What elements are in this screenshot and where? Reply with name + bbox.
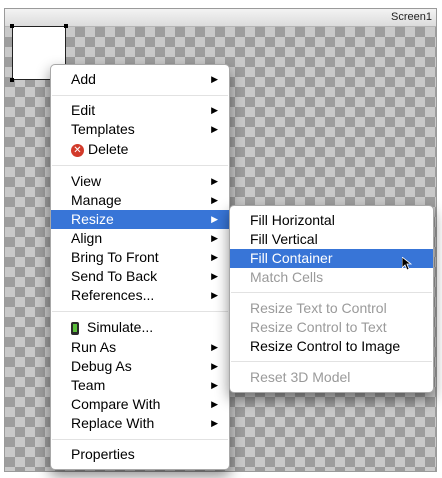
menu-item-compare-with[interactable]: Compare With ▶ <box>51 395 229 414</box>
submenu-item-resize-text-to-control: Resize Text to Control <box>230 299 433 318</box>
menu-item-label: Bring To Front <box>71 249 159 265</box>
submenu-item-reset-3d-model: Reset 3D Model <box>230 368 433 387</box>
submenu-item-label: Fill Vertical <box>250 231 318 247</box>
submenu-arrow-icon: ▶ <box>211 74 218 84</box>
menu-item-delete[interactable]: ✕ Delete <box>51 140 229 159</box>
menu-item-label: Add <box>71 71 96 87</box>
menu-separator <box>52 311 228 312</box>
menu-item-simulate[interactable]: Simulate... <box>51 318 229 337</box>
submenu-item-label: Match Cells <box>250 269 324 285</box>
menu-item-label: Team <box>71 377 106 393</box>
menu-item-label: References... <box>71 287 155 303</box>
submenu-arrow-icon: ▶ <box>211 105 218 115</box>
submenu-item-label: Resize Control to Text <box>250 319 387 335</box>
menu-item-references[interactable]: References... ▶ <box>51 286 229 305</box>
menu-item-label: View <box>71 173 102 189</box>
submenu-arrow-icon: ▶ <box>211 361 218 371</box>
context-menu: Add ▶ Edit ▶ Templates ▶ ✕ Delete View ▶ … <box>50 64 230 470</box>
submenu-arrow-icon: ▶ <box>211 214 218 224</box>
submenu-arrow-icon: ▶ <box>211 233 218 243</box>
menu-item-add[interactable]: Add ▶ <box>51 70 229 89</box>
mouse-pointer-icon <box>402 257 412 271</box>
menu-item-label: Replace With <box>71 415 155 431</box>
phone-icon <box>71 321 79 335</box>
menu-item-debug-as[interactable]: Debug As ▶ <box>51 357 229 376</box>
submenu-arrow-icon: ▶ <box>211 342 218 352</box>
menu-item-label: Properties <box>71 446 135 462</box>
menu-item-send-to-back[interactable]: Send To Back ▶ <box>51 267 229 286</box>
menu-item-align[interactable]: Align ▶ <box>51 229 229 248</box>
menu-separator <box>231 292 432 293</box>
menu-item-bring-to-front[interactable]: Bring To Front ▶ <box>51 248 229 267</box>
submenu-arrow-icon: ▶ <box>211 195 218 205</box>
menu-item-run-as[interactable]: Run As ▶ <box>51 338 229 357</box>
menu-item-label: Resize <box>71 211 114 227</box>
menu-separator <box>52 95 228 96</box>
submenu-item-label: Fill Container <box>250 250 333 266</box>
menu-item-label: Simulate... <box>87 319 154 335</box>
submenu-arrow-icon: ▶ <box>211 271 218 281</box>
menu-item-team[interactable]: Team ▶ <box>51 376 229 395</box>
screen-title: Screen1 <box>391 11 432 23</box>
menu-item-label: Edit <box>71 102 96 118</box>
delete-icon: ✕ <box>71 143 84 157</box>
submenu-arrow-icon: ▶ <box>211 252 218 262</box>
submenu-item-label: Reset 3D Model <box>250 369 351 385</box>
menu-item-label: Debug As <box>71 358 132 374</box>
menu-separator <box>52 439 228 440</box>
submenu-arrow-icon: ▶ <box>211 124 218 134</box>
submenu-item-label: Fill Horizontal <box>250 212 335 228</box>
menu-item-label: Align <box>71 230 103 246</box>
menu-item-properties[interactable]: Properties <box>51 445 229 464</box>
menu-item-label: Delete <box>88 141 129 157</box>
submenu-arrow-icon: ▶ <box>211 380 218 390</box>
menu-separator <box>52 165 228 166</box>
submenu-item-label: Resize Text to Control <box>250 300 387 316</box>
menu-item-label: Run As <box>71 339 117 355</box>
submenu-item-resize-control-to-text: Resize Control to Text <box>230 318 433 337</box>
submenu-arrow-icon: ▶ <box>211 418 218 428</box>
menu-item-manage[interactable]: Manage ▶ <box>51 191 229 210</box>
menu-item-label: Templates <box>71 121 135 137</box>
resize-submenu: Fill Horizontal Fill Vertical Fill Conta… <box>229 205 434 393</box>
submenu-item-resize-control-to-image[interactable]: Resize Control to Image <box>230 337 433 356</box>
screen-header: Screen1 <box>5 9 436 27</box>
menu-item-label: Manage <box>71 192 122 208</box>
resize-handle-bottom-left[interactable] <box>10 78 14 82</box>
submenu-item-fill-horizontal[interactable]: Fill Horizontal <box>230 211 433 230</box>
submenu-item-label: Resize Control to Image <box>250 338 401 354</box>
menu-item-resize[interactable]: Resize ▶ <box>51 210 229 229</box>
menu-item-view[interactable]: View ▶ <box>51 172 229 191</box>
menu-item-label: Compare With <box>71 396 161 412</box>
menu-item-edit[interactable]: Edit ▶ <box>51 101 229 120</box>
submenu-arrow-icon: ▶ <box>211 290 218 300</box>
resize-handle-top-left[interactable] <box>10 24 14 28</box>
menu-separator <box>231 361 432 362</box>
menu-item-templates[interactable]: Templates ▶ <box>51 120 229 139</box>
menu-item-label: Send To Back <box>71 268 158 284</box>
submenu-arrow-icon: ▶ <box>211 176 218 186</box>
submenu-item-fill-vertical[interactable]: Fill Vertical <box>230 230 433 249</box>
menu-item-replace-with[interactable]: Replace With ▶ <box>51 414 229 433</box>
submenu-arrow-icon: ▶ <box>211 399 218 409</box>
resize-handle-top-right[interactable] <box>64 24 68 28</box>
